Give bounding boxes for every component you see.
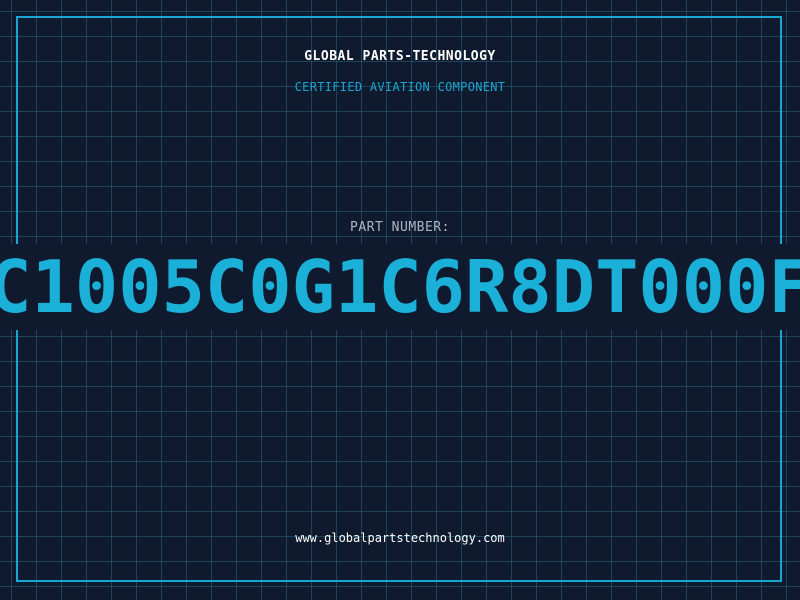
certification-subtitle: CERTIFIED AVIATION COMPONENT bbox=[294, 80, 506, 94]
company-name: GLOBAL PARTS-TECHNOLOGY bbox=[304, 49, 496, 64]
part-number-value: C1005C0G1C6R8DT000F bbox=[0, 245, 800, 329]
website-link[interactable]: www.globalpartstechnology.com bbox=[0, 531, 800, 545]
part-number-band: C1005C0G1C6R8DT000F bbox=[0, 244, 800, 330]
part-number-label: PART NUMBER: bbox=[350, 220, 450, 235]
